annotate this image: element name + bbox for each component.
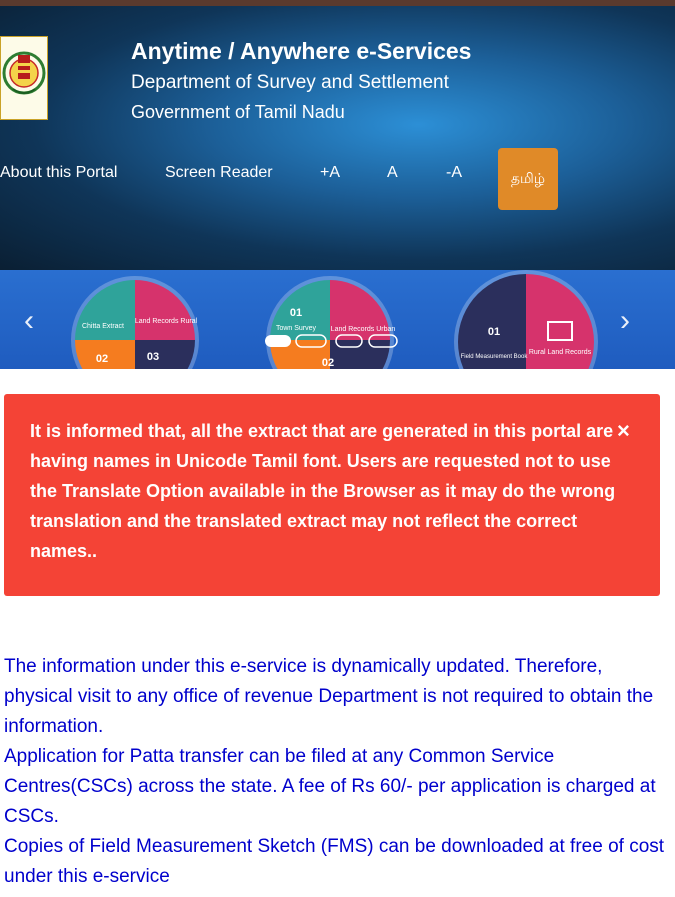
chevron-right-icon[interactable]: › [620,306,630,336]
carousel-slide-2[interactable]: 01 Town Survey Land Records Urban 02 [265,276,398,369]
close-icon[interactable]: × [617,418,630,444]
department-name: Department of Survey and Settlement [131,72,449,93]
info-paragraph-3: Copies of Field Measurement Sketch (FMS)… [4,836,665,887]
service-info: The information under this e-service is … [4,652,669,892]
about-portal-link[interactable]: About this Portal [0,164,117,182]
info-paragraph-2: Application for Patta transfer can be fi… [4,746,656,827]
slide2-label-land-records-urban: Land Records Urban [331,326,396,333]
portal-title: Anytime / Anywhere e-Services [131,38,472,64]
tamil-nadu-emblem-logo [0,36,48,120]
carousel-slide-3[interactable]: 01 Field Measurement Book Rural Land Rec… [454,270,598,369]
slide2-label-01: 01 [290,307,302,319]
carousel-indicator-1[interactable] [265,335,291,347]
font-increase-button[interactable]: +A [320,164,340,182]
slide2-label-02: 02 [322,357,334,369]
carousel-slide-1[interactable]: Chitta Extract Land Records Rural 02 03 [71,276,199,369]
slide2-label-town-survey: Town Survey [276,325,317,332]
services-carousel[interactable]: Chitta Extract Land Records Rural 02 03 … [0,270,675,369]
tamil-language-button[interactable]: தமிழ் [498,148,558,210]
slide1-label-03: 03 [147,351,159,363]
slide3-label-field-measurement-book: Field Measurement Book [461,354,529,360]
font-reset-button[interactable]: A [387,164,398,182]
site-header: Anytime / Anywhere e-Services Department… [0,6,675,270]
info-paragraph-1: The information under this e-service is … [4,656,654,737]
slide1-label-land-records-rural: Land Records Rural [135,318,198,325]
alert-message: It is informed that, all the extract tha… [30,421,616,561]
unicode-warning-alert: It is informed that, all the extract tha… [4,394,660,596]
font-decrease-button[interactable]: -A [446,164,462,182]
slide1-label-02: 02 [96,353,108,365]
chevron-left-icon[interactable]: ‹ [24,306,34,336]
slide3-label-rural-land-records: Rural Land Records [529,349,592,356]
slide3-label-01: 01 [488,326,500,338]
government-name: Government of Tamil Nadu [131,102,345,122]
screen-reader-link[interactable]: Screen Reader [165,164,273,182]
slide1-label-chitta: Chitta Extract [82,323,124,330]
